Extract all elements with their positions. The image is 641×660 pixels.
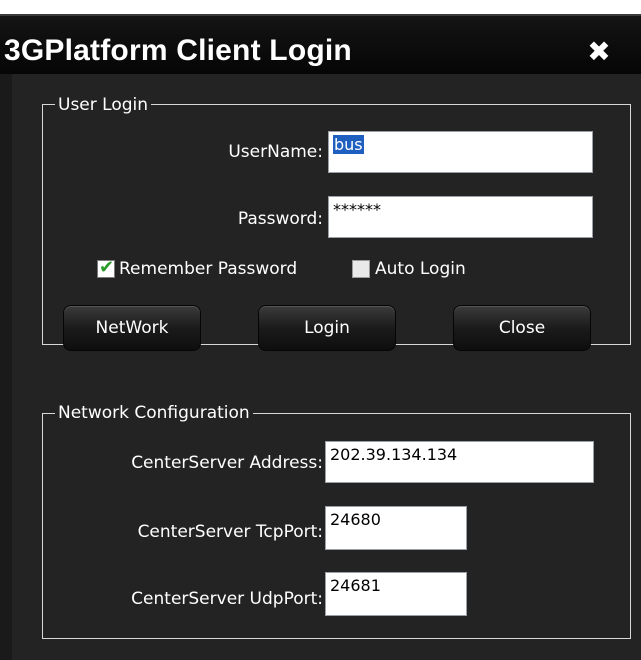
user-login-legend: User Login (55, 95, 152, 115)
username-field[interactable]: bus (328, 131, 593, 173)
close-button[interactable]: Close (453, 305, 591, 351)
center-server-address-value: 202.39.134.134 (330, 445, 458, 464)
center-server-udpport-value: 24681 (330, 576, 381, 595)
remember-password-checkbox[interactable]: ✔ (97, 257, 115, 278)
center-server-tcpport-value: 24680 (330, 510, 381, 529)
login-window: 3GPlatform Client Login ✖ User Login Use… (0, 0, 641, 660)
top-strip (0, 0, 641, 14)
remember-password-label[interactable]: Remember Password (119, 258, 297, 280)
password-value: ****** (333, 200, 381, 219)
checkmark-icon: ✔ (99, 257, 115, 278)
username-label: UserName: (228, 142, 323, 162)
password-field[interactable]: ****** (328, 196, 593, 238)
password-label: Password: (237, 209, 323, 229)
close-icon[interactable]: ✖ (583, 36, 615, 68)
network-button[interactable]: NetWork (63, 305, 201, 351)
login-button[interactable]: Login (258, 305, 396, 351)
window-left-edge (0, 74, 12, 660)
center-server-address-field[interactable]: 202.39.134.134 (325, 441, 594, 483)
title-bar[interactable]: 3GPlatform Client Login (0, 14, 641, 76)
network-config-legend: Network Configuration (55, 403, 253, 423)
center-server-tcpport-label: CenterServer TcpPort: (137, 522, 323, 542)
center-server-tcpport-field[interactable]: 24680 (325, 506, 467, 550)
center-server-udpport-field[interactable]: 24681 (325, 572, 467, 616)
username-value: bus (333, 135, 364, 154)
auto-login-checkbox[interactable] (352, 260, 370, 278)
center-server-udpport-label: CenterServer UdpPort: (131, 589, 323, 609)
auto-login-label[interactable]: Auto Login (375, 258, 466, 280)
window-title: 3GPlatform Client Login (4, 34, 352, 67)
center-server-address-label: CenterServer Address: (131, 453, 323, 473)
